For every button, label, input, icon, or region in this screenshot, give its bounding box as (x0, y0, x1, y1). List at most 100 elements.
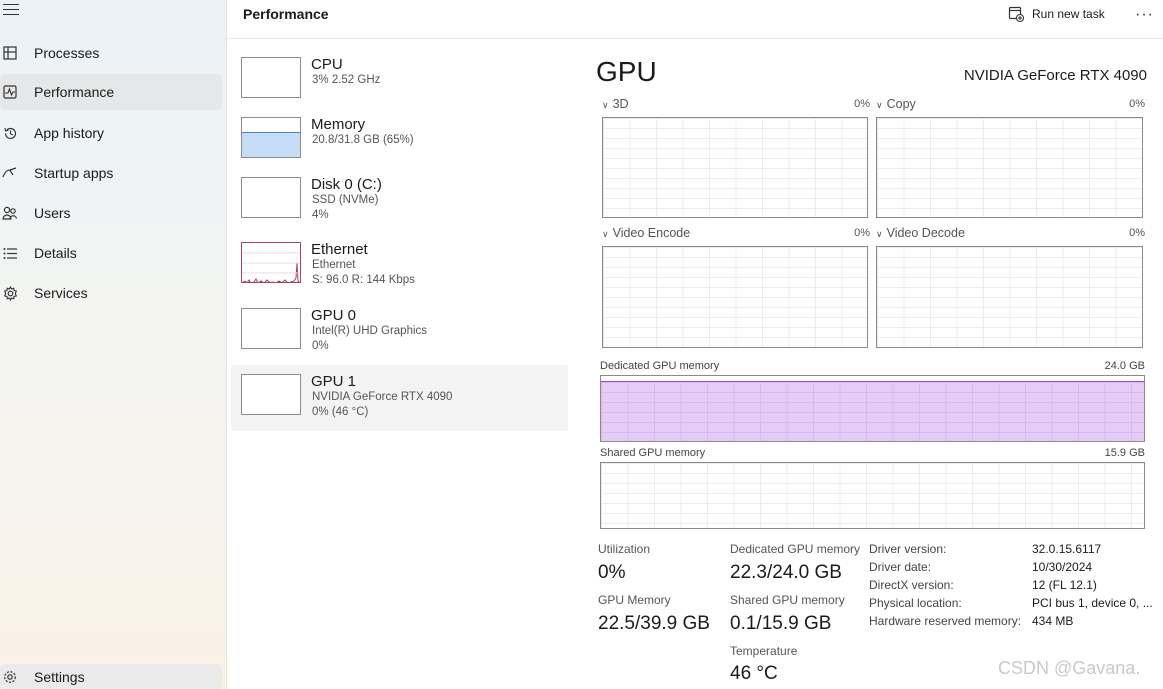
engine-selector-3d[interactable]: ∨ 3D (602, 97, 629, 111)
watermark: CSDN @Gavana. (998, 658, 1141, 678)
gpu0-thumbnail-graph (241, 308, 301, 349)
gpu-memory-label: GPU Memory (598, 593, 671, 607)
sidebar-item-details[interactable]: Details (0, 235, 222, 271)
chevron-down-icon: ∨ (602, 229, 609, 239)
sidebar-item-performance[interactable]: Performance (0, 74, 222, 110)
physical-location-value: PCI bus 1, device 0, ... (1032, 596, 1153, 610)
details-icon (2, 245, 18, 261)
shared-stat-label: Shared GPU memory (730, 593, 845, 607)
shared-memory-label: Shared GPU memory (600, 447, 706, 459)
sidebar: Processes Performance App history Startu… (0, 0, 227, 689)
history-icon (2, 125, 18, 141)
directx-version-label: DirectX version: (869, 578, 954, 592)
performance-icon (2, 84, 18, 100)
sidebar-item-settings[interactable]: Settings (0, 664, 222, 689)
processes-icon (2, 45, 18, 61)
physical-location-label: Physical location: (869, 596, 962, 610)
memory-thumbnail-graph (241, 117, 301, 158)
engine-percent: 0% (1129, 98, 1145, 110)
driver-date-label: Driver date: (869, 560, 932, 574)
chevron-down-icon: ∨ (876, 229, 883, 239)
device-detail: 0% (312, 340, 329, 352)
gpu-title: GPU (596, 56, 657, 87)
device-detail: Ethernet (312, 259, 356, 271)
device-detail: 0% (46 °C) (312, 406, 369, 418)
driver-version-label: Driver version: (869, 542, 947, 556)
dedicated-memory-graph (600, 375, 1145, 442)
device-item-cpu[interactable]: CPU 3% 2.52 GHz (231, 51, 568, 117)
startup-icon (2, 165, 18, 181)
sidebar-item-label: Services (34, 285, 88, 301)
engine-label: Video Encode (612, 226, 691, 240)
chevron-down-icon: ∨ (876, 100, 883, 110)
device-item-gpu1[interactable]: GPU 1 NVIDIA GeForce RTX 4090 0% (46 °C) (231, 365, 568, 431)
device-item-memory[interactable]: Memory 20.8/31.8 GB (65%) (231, 111, 568, 177)
sidebar-item-app-history[interactable]: App history (0, 115, 222, 151)
page-title: Performance (243, 6, 329, 22)
reserved-memory-value: 434 MB (1032, 614, 1074, 628)
device-name: GPU 1 (311, 373, 357, 390)
engine-label: 3D (612, 97, 629, 111)
sidebar-item-label: Users (34, 205, 71, 221)
settings-gear-icon (2, 669, 18, 685)
more-options-icon[interactable]: ··· (1135, 6, 1154, 24)
run-new-task-button[interactable]: Run new task (1008, 4, 1105, 24)
temperature-label: Temperature (730, 644, 798, 658)
memory-usage-fill (242, 131, 300, 157)
device-detail: Intel(R) UHD Graphics (312, 325, 428, 337)
device-item-disk[interactable]: Disk 0 (C:) SSD (NVMe) 4% (231, 171, 568, 237)
gpu-memory-value: 22.5/39.9 GB (598, 613, 710, 634)
engine-graph-video-encode (602, 246, 868, 348)
device-detail: S: 96.0 R: 144 Kbps (312, 274, 415, 286)
utilization-label: Utilization (598, 542, 651, 556)
sidebar-item-users[interactable]: Users (0, 195, 222, 231)
device-item-ethernet[interactable]: Ethernet Ethernet S: 96.0 R: 144 Kbps (231, 236, 568, 302)
cpu-thumbnail-graph (241, 57, 301, 98)
sidebar-item-processes[interactable]: Processes (0, 35, 222, 71)
driver-date-value: 10/30/2024 (1032, 560, 1093, 574)
dedicated-memory-label: Dedicated GPU memory (600, 360, 720, 372)
gpu-model-name: NVIDIA GeForce RTX 4090 (963, 67, 1147, 84)
engine-selector-copy[interactable]: ∨ Copy (876, 97, 916, 111)
reserved-memory-label: Hardware reserved memory: (869, 614, 1022, 628)
sidebar-item-label: Processes (34, 45, 100, 61)
hamburger-menu-icon[interactable] (3, 4, 19, 16)
device-name: Memory (311, 116, 366, 133)
directx-version-value: 12 (FL 12.1) (1032, 578, 1097, 592)
device-name: CPU (311, 56, 343, 73)
header-divider (227, 38, 1163, 39)
engine-label: Copy (886, 97, 916, 111)
run-task-icon (1008, 6, 1024, 22)
engine-graph-video-decode (876, 246, 1143, 348)
engine-graph-copy (876, 117, 1143, 218)
device-name: Ethernet (311, 241, 368, 258)
engine-selector-video-encode[interactable]: ∨ Video Encode (602, 226, 690, 240)
users-icon (2, 205, 18, 221)
shared-stat-value: 0.1/15.9 GB (730, 613, 832, 634)
disk-thumbnail-graph (241, 177, 301, 218)
device-detail: 20.8/31.8 GB (65%) (312, 134, 414, 146)
utilization-value: 0% (598, 562, 626, 583)
run-new-task-label: Run new task (1032, 7, 1105, 21)
engine-selector-video-decode[interactable]: ∨ Video Decode (876, 226, 965, 240)
engine-percent: 0% (854, 98, 870, 110)
shared-memory-max: 15.9 GB (1104, 447, 1145, 459)
sidebar-item-label: Details (34, 245, 77, 261)
driver-version-value: 32.0.15.6117 (1032, 542, 1102, 556)
device-item-gpu0[interactable]: GPU 0 Intel(R) UHD Graphics 0% (231, 302, 568, 368)
sidebar-item-label: Settings (34, 669, 85, 685)
sidebar-item-label: Startup apps (34, 165, 114, 181)
sidebar-item-startup-apps[interactable]: Startup apps (0, 155, 222, 191)
engine-percent: 0% (854, 227, 870, 239)
device-detail: 3% 2.52 GHz (312, 74, 381, 86)
device-detail: SSD (NVMe) (312, 194, 379, 206)
chevron-down-icon: ∨ (602, 100, 609, 110)
device-name: Disk 0 (C:) (311, 176, 382, 193)
dedicated-stat-value: 22.3/24.0 GB (730, 562, 842, 583)
dedicated-memory-max: 24.0 GB (1104, 360, 1145, 372)
dedicated-stat-label: Dedicated GPU memory (730, 542, 861, 556)
gpu1-thumbnail-graph (241, 374, 301, 415)
ethernet-thumbnail-graph (241, 242, 301, 283)
engine-percent: 0% (1129, 227, 1145, 239)
sidebar-item-services[interactable]: Services (0, 275, 222, 311)
